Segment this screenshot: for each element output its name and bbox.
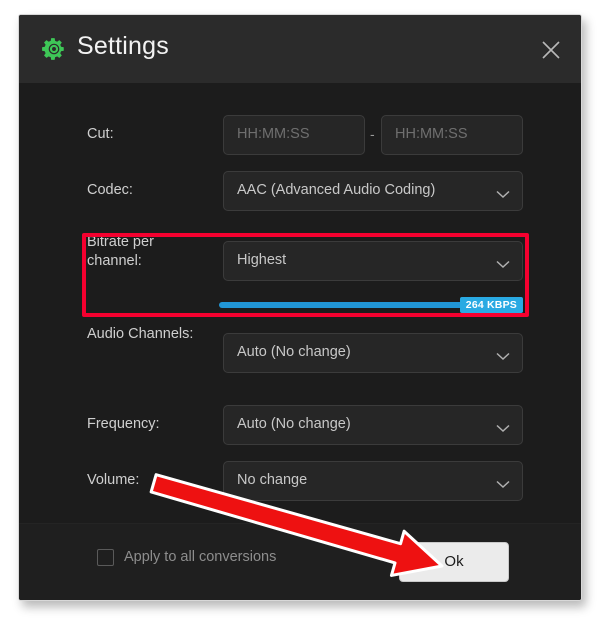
bitrate-slider-badge: 264 KBPS	[459, 297, 523, 313]
bitrate-label: Bitrate per channel:	[87, 234, 154, 269]
chevron-down-icon	[496, 420, 510, 433]
codec-value: AAC (Advanced Audio Coding)	[237, 182, 436, 198]
dialog-titlebar: Settings	[19, 15, 581, 83]
codec-select[interactable]: AAC (Advanced Audio Coding)	[223, 171, 523, 211]
audio-channels-value: Auto (No change)	[237, 344, 351, 360]
gear-icon	[41, 36, 67, 62]
form-row-audio-channels: Audio Channels: Auto (No change)	[19, 326, 581, 373]
ok-button[interactable]: Ok	[399, 542, 509, 582]
settings-form: Cut: HH:MM:SS - HH:MM:SS Codec: AAC (Adv…	[19, 83, 581, 526]
form-row-cut: Cut: HH:MM:SS - HH:MM:SS	[19, 115, 581, 155]
bitrate-slider[interactable]: 264 KBPS	[219, 297, 523, 313]
bitrate-slider-track	[219, 302, 490, 308]
cut-label: Cut:	[87, 126, 114, 142]
frequency-value: Auto (No change)	[237, 416, 351, 432]
cut-start-placeholder: HH:MM:SS	[237, 126, 310, 142]
dialog-footer: Apply to all conversions Ok	[19, 523, 581, 600]
chevron-down-icon	[496, 348, 510, 361]
form-row-volume: Volume: No change	[19, 461, 581, 501]
frequency-select[interactable]: Auto (No change)	[223, 405, 523, 445]
apply-to-all-conversions-label: Apply to all conversions	[124, 549, 277, 565]
cut-end-input[interactable]: HH:MM:SS	[381, 115, 523, 155]
cut-start-input[interactable]: HH:MM:SS	[223, 115, 365, 155]
volume-select[interactable]: No change	[223, 461, 523, 501]
chevron-down-icon	[496, 256, 510, 269]
close-icon[interactable]	[535, 35, 567, 65]
form-row-frequency: Frequency: Auto (No change)	[19, 405, 581, 445]
form-row-bitrate: Bitrate per channel: Highest 264 KBPS	[19, 234, 581, 313]
cut-end-placeholder: HH:MM:SS	[395, 126, 468, 142]
volume-label: Volume:	[87, 472, 140, 488]
cut-range-separator: -	[370, 126, 375, 142]
audio-channels-label: Audio Channels:	[87, 326, 194, 342]
form-row-codec: Codec: AAC (Advanced Audio Coding)	[19, 171, 581, 211]
codec-label: Codec:	[87, 182, 133, 198]
ok-button-label: Ok	[444, 553, 464, 570]
audio-channels-select[interactable]: Auto (No change)	[223, 333, 523, 373]
chevron-down-icon	[496, 476, 510, 489]
dialog-title: Settings	[77, 32, 169, 60]
frequency-label: Frequency:	[87, 416, 160, 432]
chevron-down-icon	[496, 186, 510, 199]
checkbox-box	[97, 549, 114, 566]
bitrate-select[interactable]: Highest	[223, 241, 523, 281]
bitrate-value: Highest	[237, 252, 287, 268]
volume-value: No change	[237, 472, 308, 488]
settings-dialog: Settings Cut: HH:MM:SS - HH:MM:SS Codec:…	[18, 14, 582, 601]
